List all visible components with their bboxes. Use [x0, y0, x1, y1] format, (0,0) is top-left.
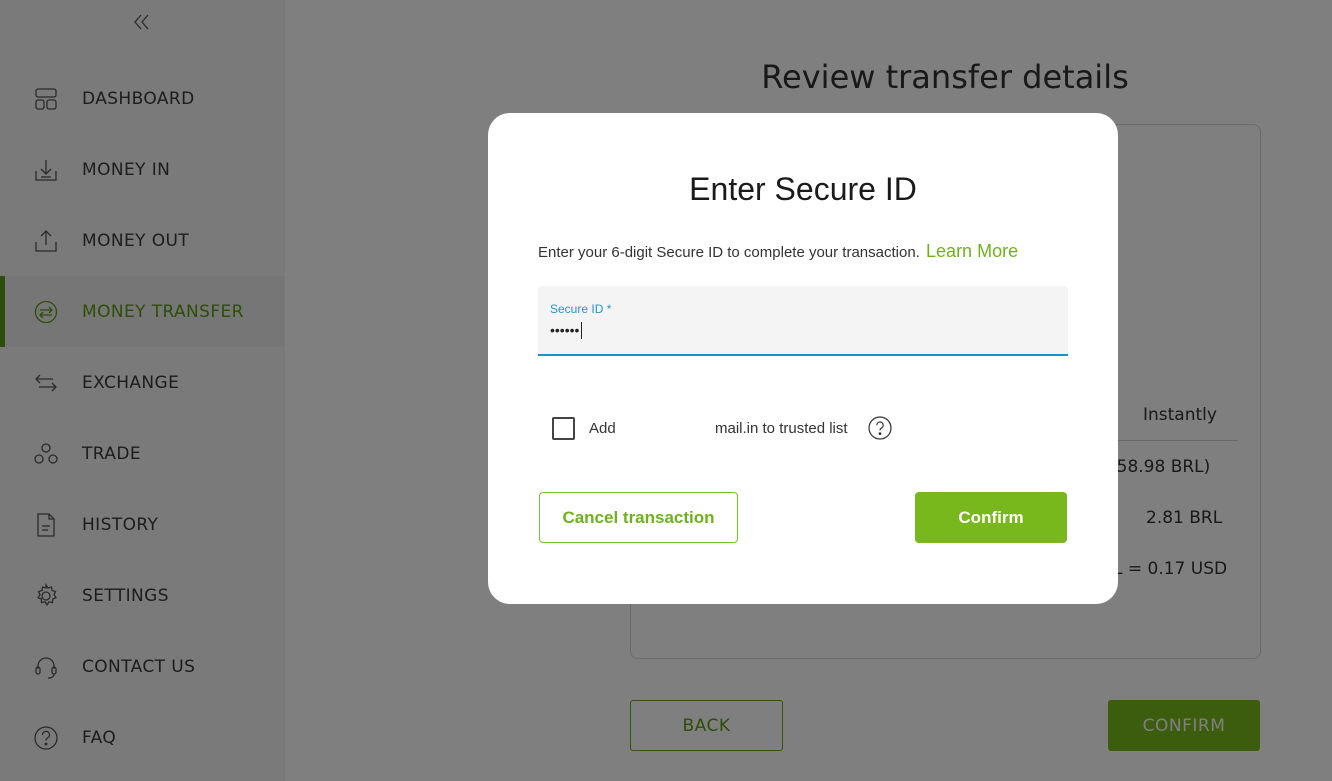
- secure-id-dialog: Enter Secure ID Enter your 6-digit Secur…: [488, 113, 1118, 604]
- secure-id-label: Secure ID *: [550, 302, 612, 316]
- secure-id-field[interactable]: Secure ID * ••••••: [538, 286, 1068, 356]
- trusted-list-label: mail.in to trusted list: [715, 420, 848, 437]
- confirm-secure-id-button[interactable]: Confirm: [915, 492, 1067, 543]
- dialog-description: Enter your 6-digit Secure ID to complete…: [538, 241, 1018, 262]
- secure-id-input[interactable]: ••••••: [550, 322, 579, 338]
- trusted-list-row: Add mail.in to trusted list: [552, 415, 912, 441]
- help-icon[interactable]: [868, 416, 892, 440]
- dialog-description-text: Enter your 6-digit Secure ID to complete…: [538, 244, 920, 261]
- dialog-title: Enter Secure ID: [689, 171, 917, 207]
- learn-more-link[interactable]: Learn More: [926, 241, 1018, 261]
- cancel-transaction-button[interactable]: Cancel transaction: [539, 492, 738, 543]
- trusted-list-add-label: Add: [589, 420, 616, 437]
- text-caret: [581, 322, 582, 339]
- trusted-list-checkbox[interactable]: [552, 417, 575, 440]
